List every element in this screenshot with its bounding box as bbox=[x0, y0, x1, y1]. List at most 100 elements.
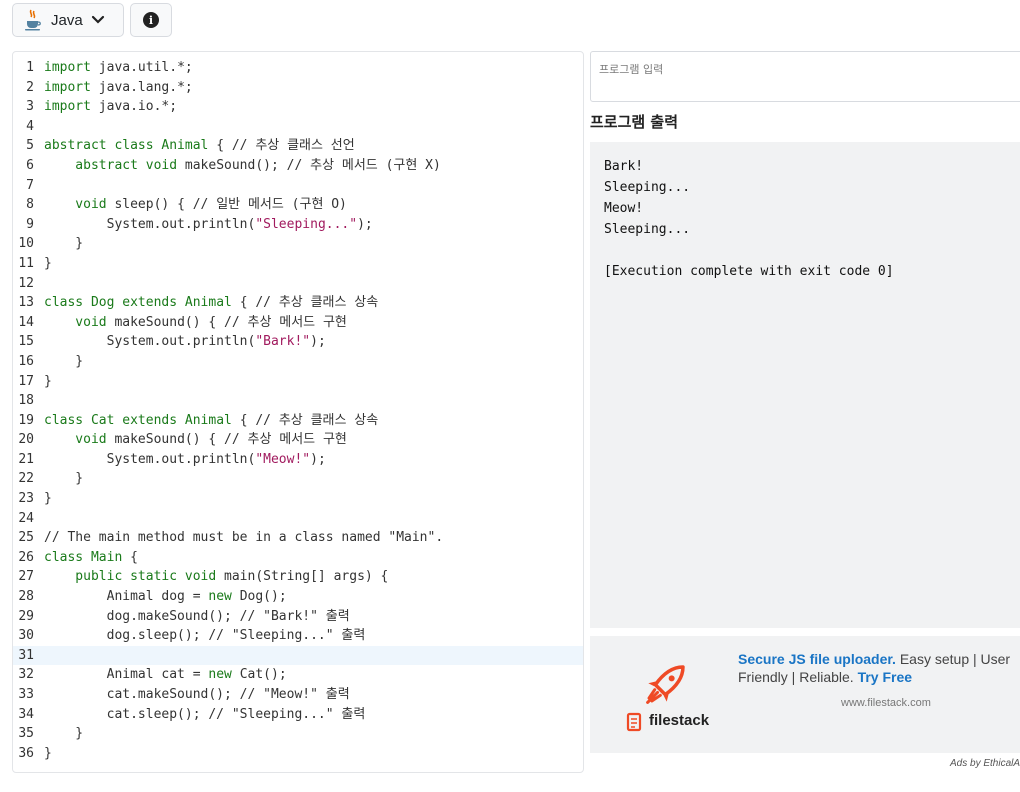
code-line[interactable]: 14 void makeSound() { // 추상 메서드 구현 bbox=[13, 313, 583, 333]
filestack-logo[interactable]: filestack bbox=[620, 654, 710, 738]
code-token: java.util.*; bbox=[98, 60, 193, 75]
line-number: 34 bbox=[18, 706, 34, 722]
code-token: { bbox=[122, 549, 138, 565]
code-text: public static void main(String[] args) { bbox=[44, 567, 388, 587]
language-select-button[interactable]: Java bbox=[12, 3, 124, 37]
ad-banner[interactable]: filestack Secure JS file uploader. Easy … bbox=[590, 636, 1020, 753]
code-line[interactable]: 25 // The main method must be in a class … bbox=[13, 528, 583, 548]
line-number: 8 bbox=[26, 197, 34, 213]
code-text: class Dog extends Animal { // 추상 클래스 상속 bbox=[44, 293, 378, 313]
code-line[interactable]: 32 Animal cat = new Cat(); bbox=[13, 665, 583, 685]
code-line[interactable]: 29 dog.makeSound(); // "Bark!" 출력 bbox=[13, 607, 583, 627]
language-label: Java bbox=[51, 11, 83, 29]
code-line[interactable]: 24 bbox=[13, 509, 583, 529]
code-line[interactable]: 30 dog.sleep(); // "Sleeping..." 출력 bbox=[13, 626, 583, 646]
code-token: makeSound() { // 추상 메서드 구현 bbox=[114, 314, 347, 330]
code-token: "Bark!" bbox=[255, 334, 311, 350]
line-number: 17 bbox=[18, 373, 34, 389]
code-line[interactable]: 31 bbox=[13, 645, 583, 666]
code-token: } bbox=[44, 373, 52, 389]
code-line[interactable]: 20 void makeSound() { // 추상 메서드 구현 bbox=[13, 430, 583, 450]
code-line[interactable]: 15 System.out.println("Bark!"); bbox=[13, 332, 583, 352]
code-token: Animal bbox=[161, 138, 209, 154]
code-token: extends bbox=[122, 295, 185, 311]
code-line[interactable]: 28 Animal dog = new Dog(); bbox=[13, 587, 583, 607]
code-line[interactable]: 9 System.out.println("Sleeping..."); bbox=[13, 215, 583, 235]
code-line[interactable]: 19 class Cat extends Animal { // 추상 클래스 상… bbox=[13, 411, 583, 431]
code-line[interactable]: 18 bbox=[13, 391, 583, 411]
code-text: System.out.println("Sleeping..."); bbox=[44, 215, 373, 235]
code-text: } bbox=[44, 724, 83, 744]
code-text: System.out.println("Bark!"); bbox=[44, 332, 326, 352]
code-text: cat.sleep(); // "Sleeping..." 출력 bbox=[44, 705, 366, 725]
code-token: System.out.println( bbox=[44, 334, 256, 350]
ad-headline[interactable]: Secure JS file uploader. bbox=[738, 651, 896, 667]
code-text: } bbox=[44, 234, 83, 254]
code-line[interactable]: 35 } bbox=[13, 724, 583, 744]
code-line[interactable]: 21 System.out.println("Meow!"); bbox=[13, 450, 583, 470]
line-number: 30 bbox=[18, 628, 34, 644]
code-line[interactable]: 2 import java.lang.*; bbox=[13, 78, 583, 98]
code-token: import bbox=[44, 79, 99, 95]
code-line[interactable]: 36} bbox=[13, 744, 583, 764]
code-lines: 1 import java.util.*; 2 import java.lang.*;… bbox=[13, 58, 583, 763]
code-line[interactable]: 3 import java.io.*; bbox=[13, 97, 583, 117]
line-number: 35 bbox=[18, 726, 34, 742]
code-text: } bbox=[44, 744, 52, 764]
code-line[interactable]: 23} bbox=[13, 489, 583, 509]
code-line[interactable]: 7 bbox=[13, 176, 583, 196]
output-line: Meow! bbox=[604, 201, 644, 216]
line-number: 7 bbox=[26, 177, 34, 193]
code-line[interactable]: 13 class Dog extends Animal { // 추상 클래스 상… bbox=[13, 293, 583, 313]
line-number: 29 bbox=[18, 608, 34, 624]
line-number: 36 bbox=[18, 745, 34, 761]
code-token: Animal bbox=[184, 412, 232, 428]
ads-by-label[interactable]: Ads by EthicalAds bbox=[950, 758, 1020, 769]
info-button[interactable]: i bbox=[130, 3, 172, 37]
line-number: 12 bbox=[18, 275, 34, 291]
code-line[interactable]: 34 cat.sleep(); // "Sleeping..." 출력 bbox=[13, 705, 583, 725]
code-line[interactable]: 26 class Main { bbox=[13, 548, 583, 568]
line-number: 4 bbox=[26, 118, 34, 134]
line-number: 3 bbox=[26, 99, 34, 115]
code-line[interactable]: 33 cat.makeSound(); // "Meow!" 출력 bbox=[13, 685, 583, 705]
code-token: Dog bbox=[90, 295, 123, 311]
code-line[interactable]: 16 } bbox=[13, 352, 583, 372]
code-token: { // 추상 클래스 상속 bbox=[231, 295, 379, 311]
program-input[interactable] bbox=[591, 52, 1020, 101]
code-token: makeSound(); // 추상 메서드 (구현 X) bbox=[184, 157, 441, 173]
code-text: dog.makeSound(); // "Bark!" 출력 bbox=[44, 607, 350, 627]
line-number: 25 bbox=[18, 530, 34, 546]
code-text: } bbox=[44, 489, 52, 509]
ad-text[interactable]: Secure JS file uploader. Easy setup | Us… bbox=[738, 650, 1018, 686]
code-line[interactable]: 10 } bbox=[13, 234, 583, 254]
code-line[interactable]: 22 } bbox=[13, 469, 583, 489]
code-line[interactable]: 12 bbox=[13, 274, 583, 294]
output-line: Sleeping... bbox=[604, 222, 691, 237]
code-text: System.out.println("Meow!"); bbox=[44, 450, 326, 470]
line-number: 18 bbox=[18, 393, 34, 409]
ad-cta-link[interactable]: Try Free bbox=[858, 669, 912, 685]
code-text: } bbox=[44, 254, 52, 274]
code-token: main(String[] args) { bbox=[224, 569, 389, 585]
code-token: dog.makeSound(); // "Bark!" 출력 bbox=[44, 608, 350, 624]
ad-url[interactable]: www.filestack.com bbox=[841, 697, 931, 709]
code-editor[interactable]: 1 import java.util.*; 2 import java.lang.*;… bbox=[12, 51, 584, 773]
code-token: makeSound() { // 추상 메서드 구현 bbox=[114, 432, 347, 448]
code-token: } bbox=[44, 471, 84, 487]
code-line[interactable]: 1 import java.util.*; bbox=[13, 58, 583, 78]
line-number: 9 bbox=[26, 216, 34, 232]
code-line[interactable]: 6 abstract void makeSound(); // 추상 메서드 (… bbox=[13, 156, 583, 176]
code-line[interactable]: 17} bbox=[13, 372, 583, 392]
code-line[interactable]: 27 public static void main(String[] args… bbox=[13, 567, 583, 587]
code-line[interactable]: 8 void sleep() { // 일반 메서드 (구현 O) bbox=[13, 195, 583, 215]
code-token: class bbox=[44, 412, 91, 428]
code-line[interactable]: 5 abstract class Animal { // 추상 클래스 선언 bbox=[13, 136, 583, 156]
code-token: cat.sleep(); // "Sleeping..." 출력 bbox=[44, 706, 366, 722]
code-line[interactable]: 4 bbox=[13, 117, 583, 137]
code-line[interactable]: 11} bbox=[13, 254, 583, 274]
code-token: void bbox=[44, 314, 115, 330]
code-token: { // 추상 클래스 상속 bbox=[231, 412, 379, 428]
chevron-down-icon bbox=[91, 15, 105, 25]
